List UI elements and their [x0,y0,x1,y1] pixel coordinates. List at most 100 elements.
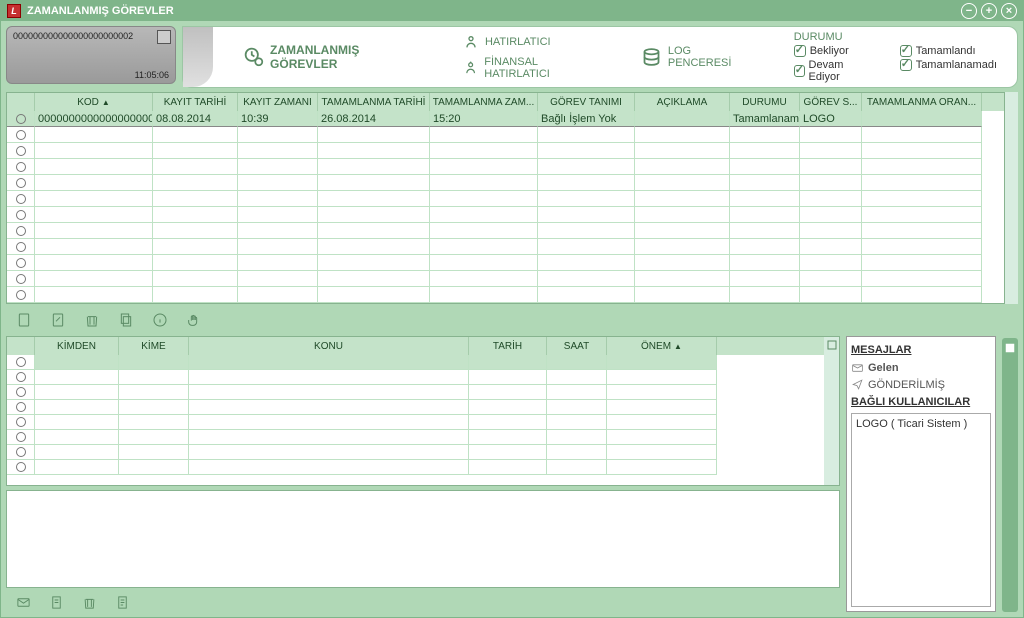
edit-icon[interactable] [50,312,66,328]
grid-body[interactable]: 0000000000000000000000 08.08.2014 10:39 … [7,111,1004,303]
chk-pending[interactable]: Bekliyor [794,45,870,57]
status-filter-group: DURUMU Bekliyor Devam Ediyor Tamamlandı … [774,31,1017,83]
device-select-icon[interactable] [157,30,171,44]
tasks-grid[interactable]: KOD KAYIT TARİHİ KAYIT ZAMANI TAMAMLANMA… [6,92,1005,304]
device-serial: 000000000000000000000002 [13,31,133,41]
copy-icon[interactable] [118,312,134,328]
delete-icon[interactable] [82,595,97,610]
chk-done[interactable]: Tamamlandı [900,45,997,57]
sent-icon [851,378,864,391]
link-gonderilmis[interactable]: GÖNDERİLMİŞ [851,376,991,393]
col-kod[interactable]: KOD [35,93,153,111]
info-icon[interactable] [152,312,168,328]
row-selector-icon[interactable] [16,114,26,124]
device-time: 11:05:06 [135,70,169,80]
msg-sidecontrols [824,337,839,485]
tab-label: ZAMANLANMIŞ GÖREVLER [270,43,423,71]
link-log-window[interactable]: LOG PENCERESİ [621,45,774,69]
bell-money-icon [463,60,478,76]
doc-icon[interactable] [49,595,64,610]
message-preview [6,490,840,588]
close-button[interactable]: × [1001,3,1017,19]
checkbox-icon [794,45,806,57]
table-row[interactable] [7,287,1004,303]
mcol-konu[interactable]: KONU [189,337,469,355]
col-tamamlanma-oran[interactable]: TAMAMLANMA ORAN... [862,93,982,111]
checkbox-icon [794,65,805,77]
app-window: L ZAMANLANMIŞ GÖREVLER − + × 00000000000… [0,0,1024,618]
table-row[interactable] [7,271,1004,287]
grid-actionbar [6,308,1018,332]
device-widget: 000000000000000000000002 11:05:06 [6,26,176,84]
link-gelen[interactable]: Gelen [851,359,991,376]
bell-user-icon [463,34,479,50]
col-aciklama[interactable]: AÇIKLAMA [635,93,730,111]
link-reminder[interactable]: HATIRLATICI [463,34,601,50]
doc2-icon[interactable] [115,595,130,610]
msg-row[interactable] [7,400,824,415]
user-entry[interactable]: LOGO ( Ticari Sistem ) [856,418,986,430]
table-row[interactable] [7,255,1004,271]
database-icon [641,46,662,68]
mcol-onem[interactable]: ÖNEM [607,337,717,355]
clock-gear-icon [243,46,264,68]
tab-scheduled-tasks[interactable]: ZAMANLANMIŞ GÖREVLER [223,43,443,71]
right-collapse-tab[interactable] [1002,338,1018,612]
msg-actionbar [6,592,840,612]
status-header: DURUMU [794,31,997,43]
msg-row[interactable] [7,355,824,370]
col-tamamlanma-zam[interactable]: TAMAMLANMA ZAM... [430,93,538,111]
msg-row[interactable] [7,415,824,430]
msg-row[interactable] [7,430,824,445]
table-row[interactable] [7,175,1004,191]
msg-row[interactable] [7,460,824,475]
right-panel: MESAJLAR Gelen GÖNDERİLMİŞ BAĞLI KULLANI… [846,336,996,612]
toolbar: ZAMANLANMIŞ GÖREVLER HATIRLATICI FİNANSA… [182,26,1018,88]
inbox-icon [851,361,864,374]
messages-grid[interactable]: KİMDEN KİME KONU TARİH SAAT ÖNEM [6,336,840,486]
delete-icon[interactable] [84,312,100,328]
checkbox-icon [900,45,912,57]
mcol-kime[interactable]: KİME [119,337,189,355]
table-row[interactable] [7,159,1004,175]
panel-mesajlar-header: MESAJLAR [851,344,991,356]
hand-icon[interactable] [186,312,202,328]
link-financial-reminder[interactable]: FİNANSAL HATIRLATICI [463,56,601,80]
chk-ongoing[interactable]: Devam Ediyor [794,59,870,83]
msg-row[interactable] [7,445,824,460]
maximize-button[interactable]: + [981,3,997,19]
table-row[interactable] [7,239,1004,255]
window-title: ZAMANLANMIŞ GÖREVLER [27,5,961,17]
mcol-saat[interactable]: SAAT [547,337,607,355]
msg-header: KİMDEN KİME KONU TARİH SAAT ÖNEM [7,337,824,355]
table-row[interactable] [7,223,1004,239]
col-kayit-zamani[interactable]: KAYIT ZAMANI [238,93,318,111]
table-row[interactable] [7,191,1004,207]
mcol-kimden[interactable]: KİMDEN [35,337,119,355]
minimize-button[interactable]: − [961,3,977,19]
grid-header: KOD KAYIT TARİHİ KAYIT ZAMANI TAMAMLANMA… [7,93,1004,111]
titlebar: L ZAMANLANMIŞ GÖREVLER − + × [1,1,1023,21]
mcol-tarih[interactable]: TARİH [469,337,547,355]
table-row[interactable] [7,127,1004,143]
app-logo: L [7,4,21,18]
col-gorev-s[interactable]: GÖREV S... [800,93,862,111]
panel-bagli-header: BAĞLI KULLANICILAR [851,396,991,408]
table-row[interactable] [7,207,1004,223]
col-tamamlanma-tarihi[interactable]: TAMAMLANMA TARİHİ [318,93,430,111]
connected-users-box: LOGO ( Ticari Sistem ) [851,413,991,607]
table-row[interactable]: 0000000000000000000000 08.08.2014 10:39 … [7,111,1004,127]
content-area: 000000000000000000000002 11:05:06 ZAMANL… [1,21,1023,617]
col-gorev-tanimi[interactable]: GÖREV TANIMI [538,93,635,111]
checkbox-icon [900,59,912,71]
new-icon[interactable] [16,312,32,328]
chk-failed[interactable]: Tamamlanamadı [900,59,997,71]
col-durumu[interactable]: DURUMU [730,93,800,111]
msg-filter-icon[interactable] [826,339,838,351]
col-kayit-tarihi[interactable]: KAYIT TARİHİ [153,93,238,111]
table-row[interactable] [7,143,1004,159]
mail-icon[interactable] [16,595,31,610]
scrollbar[interactable] [1005,92,1018,304]
msg-row[interactable] [7,370,824,385]
msg-row[interactable] [7,385,824,400]
